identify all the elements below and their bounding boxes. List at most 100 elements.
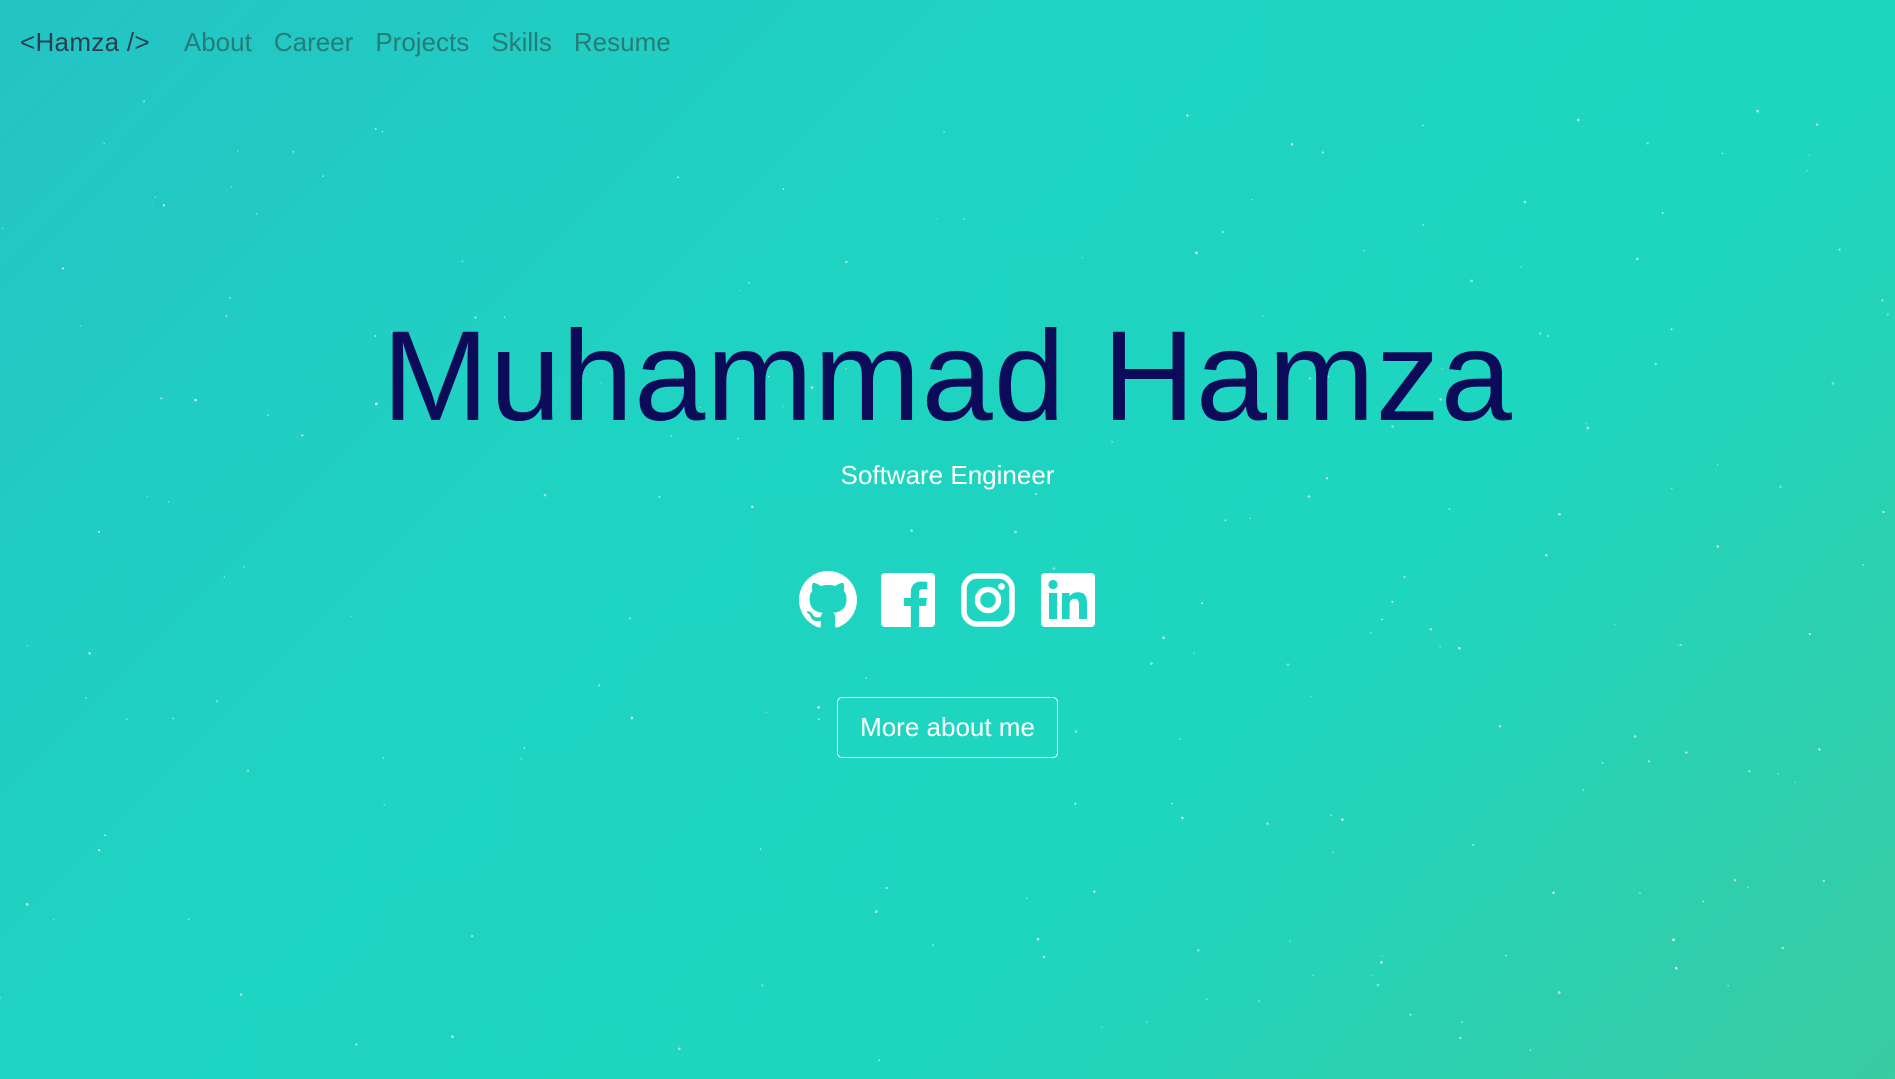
star-dot bbox=[322, 175, 325, 177]
star-dot bbox=[1181, 816, 1184, 820]
nav-link-about[interactable]: About bbox=[184, 27, 252, 57]
social-links bbox=[0, 570, 1895, 629]
hero-subtitle: Software Engineer bbox=[840, 459, 1055, 490]
star-dot bbox=[1036, 937, 1040, 941]
star-dot bbox=[1472, 843, 1475, 846]
star-dot bbox=[246, 769, 250, 773]
star-dot bbox=[1721, 152, 1724, 155]
instagram-icon bbox=[960, 572, 1015, 627]
more-about-me-button[interactable]: More about me bbox=[837, 696, 1058, 758]
star-dot bbox=[154, 196, 156, 198]
star-dot bbox=[1206, 998, 1208, 1000]
star-dot bbox=[1672, 938, 1675, 942]
brand-logo[interactable]: <Hamza /> bbox=[20, 27, 150, 58]
star-dot bbox=[1025, 897, 1028, 900]
star-dot bbox=[739, 290, 741, 292]
star-dot bbox=[187, 918, 190, 921]
instagram-link[interactable] bbox=[959, 571, 1017, 629]
star-dot bbox=[1101, 1026, 1103, 1029]
star-dot bbox=[53, 919, 55, 921]
star-dot bbox=[1376, 983, 1380, 987]
star-dot bbox=[61, 267, 65, 270]
nav-links: About Career Projects Skills Resume bbox=[184, 27, 671, 58]
star-dot bbox=[1330, 814, 1333, 817]
star-dot bbox=[1312, 974, 1314, 977]
star-dot bbox=[1, 227, 4, 230]
star-dot bbox=[1529, 1049, 1532, 1051]
hero-section: Muhammad Hamza Software Engineer More ab… bbox=[0, 300, 1895, 758]
star-dot bbox=[1171, 802, 1173, 805]
star-dot bbox=[1074, 802, 1077, 805]
star-dot bbox=[1331, 851, 1334, 854]
nav-item-about: About bbox=[184, 27, 252, 58]
star-dot bbox=[470, 934, 474, 938]
star-dot bbox=[103, 142, 105, 144]
star-dot bbox=[1258, 1000, 1261, 1003]
star-dot bbox=[1794, 781, 1796, 784]
star-dot bbox=[255, 213, 258, 216]
star-dot bbox=[1470, 279, 1473, 283]
star-dot bbox=[229, 296, 232, 299]
star-dot bbox=[1221, 231, 1224, 233]
star-dot bbox=[1197, 949, 1200, 952]
star-dot bbox=[885, 886, 888, 890]
nav-item-career: Career bbox=[274, 27, 353, 58]
star-dot bbox=[1289, 940, 1291, 942]
star-dot bbox=[520, 757, 523, 760]
star-dot bbox=[1422, 224, 1425, 226]
star-dot bbox=[1290, 143, 1294, 146]
star-dot bbox=[292, 150, 295, 153]
star-dot bbox=[237, 150, 239, 152]
star-dot bbox=[1808, 154, 1810, 156]
star-dot bbox=[1341, 818, 1344, 821]
star-dot bbox=[1639, 892, 1641, 894]
github-link[interactable] bbox=[798, 570, 857, 629]
cta-wrapper: More about me bbox=[0, 696, 1895, 758]
facebook-icon bbox=[880, 572, 935, 627]
star-dot bbox=[747, 281, 750, 284]
star-dot bbox=[25, 903, 29, 906]
star-dot bbox=[1727, 984, 1730, 987]
star-dot bbox=[230, 186, 233, 188]
nav-item-skills: Skills bbox=[491, 27, 552, 58]
star-dot bbox=[878, 1059, 881, 1062]
star-dot bbox=[162, 204, 165, 207]
star-dot bbox=[98, 849, 101, 852]
star-dot bbox=[355, 1043, 358, 1046]
star-dot bbox=[1838, 248, 1841, 251]
star-dot bbox=[461, 260, 464, 263]
star-dot bbox=[1251, 198, 1253, 201]
nav-link-skills[interactable]: Skills bbox=[491, 27, 552, 57]
star-dot bbox=[1777, 773, 1779, 775]
star-dot bbox=[874, 910, 878, 913]
star-dot bbox=[1781, 946, 1785, 950]
star-dot bbox=[1520, 266, 1522, 268]
star-dot bbox=[677, 176, 679, 179]
star-dot bbox=[1552, 891, 1555, 895]
star-dot bbox=[1363, 250, 1365, 252]
star-dot bbox=[759, 848, 762, 851]
linkedin-link[interactable] bbox=[1039, 571, 1097, 629]
nav-link-resume[interactable]: Resume bbox=[574, 27, 671, 57]
nav-link-projects[interactable]: Projects bbox=[375, 27, 469, 57]
star-dot bbox=[1576, 118, 1580, 122]
facebook-link[interactable] bbox=[879, 571, 937, 629]
star-dot bbox=[845, 260, 848, 264]
nav-link-career[interactable]: Career bbox=[274, 27, 353, 57]
star-dot bbox=[1186, 114, 1189, 117]
nav-item-resume: Resume bbox=[574, 27, 671, 58]
star-dot bbox=[1557, 991, 1561, 994]
star-dot bbox=[1601, 761, 1604, 764]
star-dot bbox=[782, 188, 785, 190]
star-dot bbox=[1733, 879, 1737, 882]
star-dot bbox=[1581, 788, 1585, 792]
star-dot bbox=[383, 804, 386, 806]
star-dot bbox=[1702, 900, 1705, 903]
star-dot bbox=[1145, 1021, 1148, 1023]
star-dot bbox=[1822, 879, 1825, 883]
star-dot bbox=[1371, 975, 1373, 977]
star-dot bbox=[1806, 170, 1809, 172]
star-dot bbox=[931, 944, 935, 947]
star-dot bbox=[1380, 961, 1383, 964]
star-dot bbox=[1460, 1021, 1463, 1024]
